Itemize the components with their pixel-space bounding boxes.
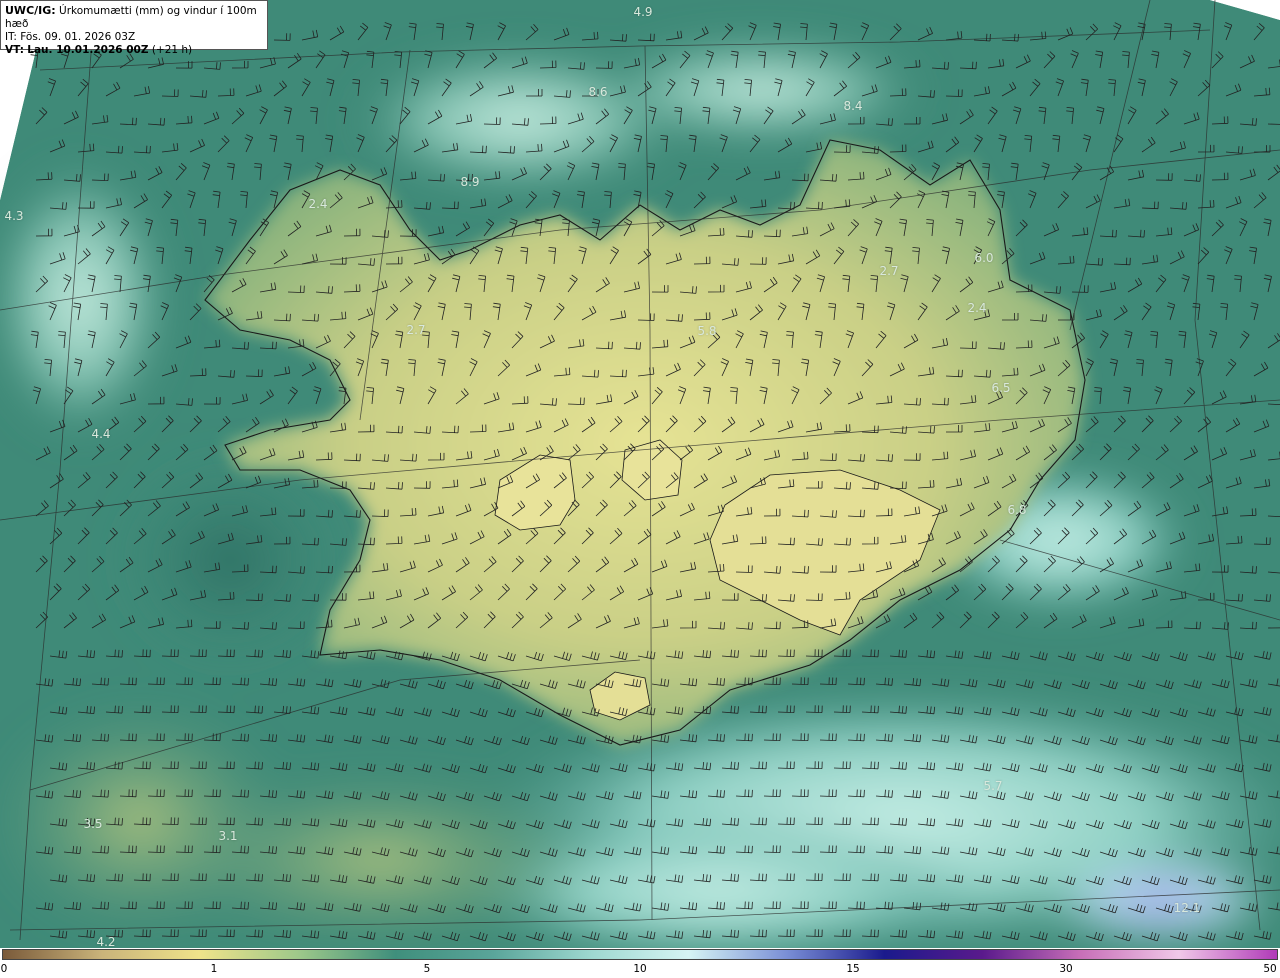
colorbar-tick: 0 xyxy=(0,963,8,975)
precip-value-label: 4.3 xyxy=(4,209,24,223)
precip-value-label: 8.9 xyxy=(460,175,480,189)
precip-value-label: 12.1 xyxy=(1173,901,1201,915)
colorbar: 0 1 5 10 15 30 50 xyxy=(0,948,1280,978)
title-line: UWC/IG: Úrkomumætti (mm) og vindur í 100… xyxy=(5,4,263,31)
precip-value-label: 4.9 xyxy=(633,5,653,19)
precip-value-label: 6.5 xyxy=(991,381,1011,395)
forecast-map: 4.9 8.6 8.4 8.9 4.3 2.4 2.7 4.4 5.8 2.7 6.0 2.4 6.5 6… xyxy=(0,0,1280,948)
model-label: UWC/IG: xyxy=(5,4,56,17)
precip-value-label: 8.6 xyxy=(588,85,608,99)
precip-value-label: 6.8 xyxy=(1007,503,1027,517)
precip-value-label: 2.7 xyxy=(406,323,426,337)
colorbar-tick: 15 xyxy=(846,963,860,975)
precip-value-label: 2.7 xyxy=(879,264,899,278)
lead-time: (+21 h) xyxy=(151,44,193,56)
map-canvas xyxy=(0,0,1280,948)
colorbar-tick: 50 xyxy=(1263,963,1277,975)
precip-value-label: 5.7 xyxy=(983,779,1003,793)
precip-value-label: 2.4 xyxy=(967,301,987,315)
precip-value-label: 6.0 xyxy=(974,251,994,265)
precip-value-label: 2.4 xyxy=(308,197,328,211)
precip-value-label: 3.5 xyxy=(83,817,103,831)
colorbar-tick: 30 xyxy=(1059,963,1073,975)
precip-value-label: 3.1 xyxy=(218,829,238,843)
valid-time-line: VT: Lau. 10.01.2026 00Z (+21 h) xyxy=(5,44,263,57)
precip-value-label: 4.4 xyxy=(91,427,111,441)
colorbar-tick: 5 xyxy=(423,963,431,975)
forecast-info-box: UWC/IG: Úrkomumætti (mm) og vindur í 100… xyxy=(0,0,268,56)
valid-label: VT: xyxy=(5,44,24,56)
precip-value-label: 8.4 xyxy=(843,99,863,113)
colorbar-strip xyxy=(2,949,1278,960)
init-time: IT: Fös. 09. 01. 2026 03Z xyxy=(5,31,136,43)
valid-time: Lau. 10.01.2026 00Z xyxy=(27,44,149,56)
colorbar-tick: 10 xyxy=(633,963,647,975)
precip-value-label: 5.8 xyxy=(697,324,717,338)
colorbar-tick: 1 xyxy=(210,963,218,975)
precip-value-label: 4.2 xyxy=(96,935,116,948)
